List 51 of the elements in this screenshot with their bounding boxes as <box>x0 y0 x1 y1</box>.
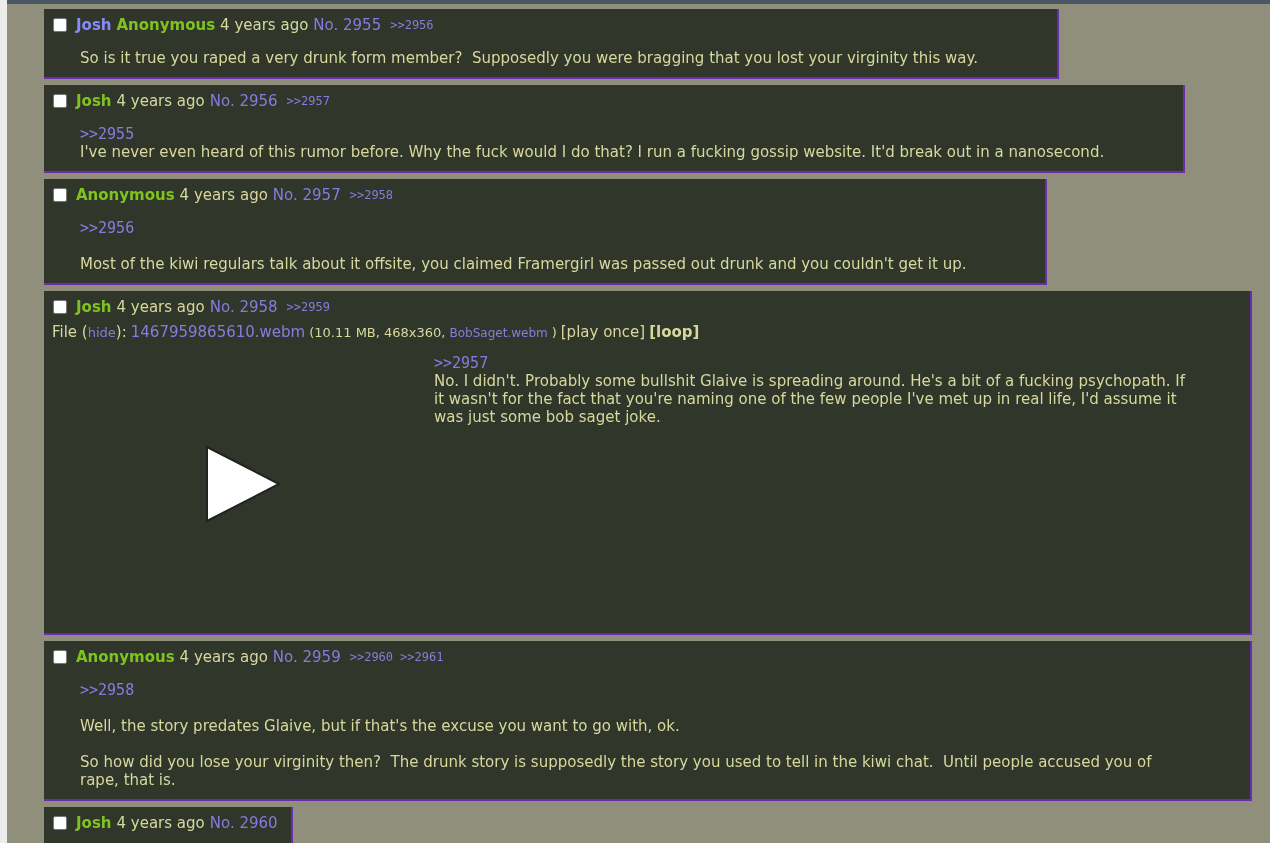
reply-link[interactable]: >>2961 <box>400 647 444 667</box>
post-time: 4 years ago <box>179 185 268 205</box>
post-text: So how did you lose your virginity then? The drunk story is supposedly the story you used to tell in the kiwi chat. Until people accused you of rape, that is. <box>80 753 1153 789</box>
post-text: Well, the story predates Glaive, but if that's the excuse you want to go with, ok. <box>80 717 681 735</box>
playback-option[interactable]: [play once] <box>560 322 646 342</box>
post-time: 4 years ago <box>179 647 268 667</box>
post-text: No. I didn't. Probably some bullshit Glaive is spreading around. He's a bit of a fucking psychopath. If it wasn't for the fact that you're naming one of the few people I've met up in real life, I'd assume it was just some bob saget joke. <box>434 372 1187 426</box>
file-info: (10.11 MB, 468x360, <box>309 324 446 342</box>
play-icon[interactable] <box>204 445 283 523</box>
playback-option[interactable]: [loop] <box>649 322 700 342</box>
post-number-link[interactable]: No. 2955 <box>313 15 382 35</box>
select-checkbox[interactable] <box>53 188 67 202</box>
select-checkbox[interactable] <box>53 650 67 664</box>
reply-link[interactable]: >>2958 <box>349 185 394 205</box>
poster-name: Anonymous <box>76 185 175 205</box>
quote-link[interactable]: >>2957 <box>434 354 489 372</box>
reply-link[interactable]: >>2959 <box>286 297 330 317</box>
file-info: ) <box>551 324 557 342</box>
select-checkbox[interactable] <box>53 300 67 314</box>
file-label: File ( <box>52 322 88 342</box>
poster-name: Josh <box>76 91 112 111</box>
hide-link[interactable]: hide <box>87 323 116 343</box>
poster-name: Josh <box>76 297 112 317</box>
post-time: 4 years ago <box>116 91 205 111</box>
post-number-link[interactable]: No. 2957 <box>272 185 341 205</box>
original-filename-link[interactable]: BobSaget.webm <box>449 323 548 343</box>
quote-link[interactable]: >>2958 <box>80 681 135 699</box>
post-time: 4 years ago <box>116 813 205 833</box>
poster-name: Anonymous <box>116 15 216 35</box>
select-checkbox[interactable] <box>53 94 67 108</box>
post-number-link[interactable]: No. 2959 <box>272 647 341 667</box>
reply-link[interactable]: >>2956 <box>390 15 434 35</box>
reply-link[interactable]: >>2960 <box>349 647 394 667</box>
post-number-link[interactable]: No. 2960 <box>209 813 278 833</box>
post-text: I've never even heard of this rumor before. Why the fuck would I do that? I run a fucking gossip website. It'd break out in a nanosecond. <box>80 143 1105 161</box>
file-label: ): <box>115 322 127 342</box>
post-time: 4 years ago <box>116 297 205 317</box>
poster-name: Josh <box>76 813 112 833</box>
file-link[interactable]: 1467959865610.webm <box>130 322 306 342</box>
poster-name: Anonymous <box>76 647 175 667</box>
select-checkbox[interactable] <box>53 18 67 32</box>
post-text: Most of the kiwi regulars talk about it offsite, you claimed Framergirl was passed out drunk and you couldn't get it up. <box>80 255 967 273</box>
select-checkbox[interactable] <box>53 816 67 830</box>
post-text: So is it true you raped a very drunk form member? Supposedly you were bragging that you lost your virginity this way. <box>80 49 978 67</box>
post-number-link[interactable]: No. 2958 <box>209 297 278 317</box>
poster-name[interactable]: Josh <box>76 15 112 35</box>
post-number-link[interactable]: No. 2956 <box>209 91 278 111</box>
reply-link[interactable]: >>2957 <box>286 91 330 111</box>
post-time: 4 years ago <box>220 15 309 35</box>
quote-link[interactable]: >>2955 <box>80 125 135 143</box>
quote-link[interactable]: >>2956 <box>80 219 135 237</box>
